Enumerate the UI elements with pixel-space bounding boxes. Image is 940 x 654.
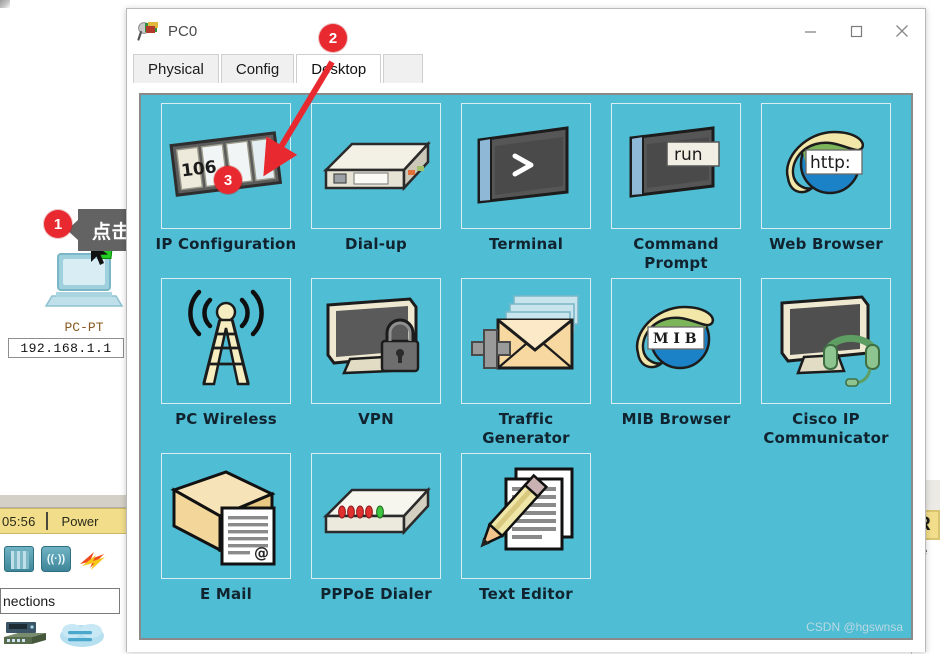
power-label: Power <box>61 513 99 529</box>
packet-tracer-status-bar: 05:56 Power <box>0 508 132 534</box>
app-dial-up[interactable]: Dial-up <box>303 103 449 278</box>
workspace-corner-marker <box>0 0 10 8</box>
tab-physical[interactable]: Physical <box>133 54 219 83</box>
email-icon: @ <box>161 453 291 579</box>
desktop-app-grid: 106 IP Configuration Dial-up Terminal ru… <box>139 93 913 640</box>
packet-tracer-device-icon <box>137 20 159 42</box>
http-badge-text: http: <box>810 153 851 173</box>
app-label: Cisco IP Communicator <box>763 410 889 447</box>
svg-text:@: @ <box>254 544 269 562</box>
traffic-generator-icon <box>461 278 591 404</box>
pc-device-type: PC-PT <box>64 320 104 335</box>
app-label: Web Browser <box>769 235 883 253</box>
app-label: IP Configuration <box>155 235 297 253</box>
cloud-device-icon[interactable] <box>58 620 106 650</box>
app-pc-wireless[interactable]: PC Wireless <box>153 278 299 453</box>
tab-config[interactable]: Config <box>220 54 295 83</box>
vpn-lock-icon <box>311 278 441 404</box>
mib-badge-text: M I B <box>653 331 697 347</box>
pc-device-node[interactable]: PC-PT PC0 <box>28 248 140 352</box>
app-label: Command Prompt <box>633 235 719 272</box>
connections-panel-label: nections <box>0 588 120 614</box>
window-tabbar: Physical Config Desktop <box>127 53 925 83</box>
window-controls <box>787 9 925 53</box>
app-mib-browser[interactable]: M I B MIB Browser <box>603 278 749 453</box>
pc-config-window: PC0 Physical Config Desktop 106 IP Confi… <box>126 8 926 652</box>
app-label: Dial-up <box>345 235 407 253</box>
web-browser-icon: http: <box>761 103 891 229</box>
pppoe-dialer-icon <box>311 453 441 579</box>
tab-desktop[interactable]: Desktop <box>296 54 382 83</box>
app-e-mail[interactable]: @ E Mail <box>153 453 299 628</box>
step-badge-2: 2 <box>319 24 347 52</box>
watermark: CSDN @hgswnsa <box>806 620 903 634</box>
app-pppoe-dialer[interactable]: PPPoE Dialer <box>303 453 449 628</box>
app-label: PPPoE Dialer <box>320 585 432 603</box>
window-content: 106 IP Configuration Dial-up Terminal ru… <box>127 83 925 652</box>
text-editor-icon <box>461 453 591 579</box>
terminal-icon <box>461 103 591 229</box>
minimize-button[interactable] <box>787 9 833 53</box>
router-device-icon[interactable] <box>2 620 48 650</box>
device-palette-row <box>0 616 132 654</box>
connections-lightning-icon[interactable] <box>78 546 108 572</box>
modem-icon <box>311 103 441 229</box>
mib-browser-icon: M I B <box>611 278 741 404</box>
app-label: MIB Browser <box>621 410 731 428</box>
app-label: Traffic Generator <box>482 410 570 447</box>
run-badge-text: run <box>674 145 703 165</box>
step-badge-3: 3 <box>214 166 242 194</box>
packet-tracer-toolbar-strip <box>0 495 132 508</box>
window-title: PC0 <box>168 22 198 40</box>
app-cisco-ip-communicator[interactable]: Cisco IP Communicator <box>753 278 899 453</box>
app-command-prompt[interactable]: run Command Prompt <box>603 103 749 278</box>
wireless-device-icon[interactable]: ((·)) <box>41 546 71 572</box>
ip-communicator-icon <box>761 278 891 404</box>
command-prompt-icon: run <box>611 103 741 229</box>
app-label: E Mail <box>199 585 252 603</box>
step-badge-1: 1 <box>44 210 72 238</box>
switch-device-icon[interactable] <box>4 546 34 572</box>
app-label: VPN <box>358 410 394 428</box>
app-web-browser[interactable]: http: Web Browser <box>753 103 899 278</box>
app-label: PC Wireless <box>175 410 277 428</box>
pc-computer-icon <box>44 253 124 307</box>
app-vpn[interactable]: VPN <box>303 278 449 453</box>
device-type-strip: ((·)) <box>0 534 132 584</box>
simulation-time: 05:56 <box>2 513 36 529</box>
app-terminal[interactable]: Terminal <box>453 103 599 278</box>
app-traffic-generator[interactable]: Traffic Generator <box>453 278 599 453</box>
window-titlebar: PC0 <box>127 9 925 53</box>
wireless-antenna-icon <box>161 278 291 404</box>
maximize-button[interactable] <box>833 9 879 53</box>
close-button[interactable] <box>879 9 925 53</box>
app-label: Text Editor <box>479 585 573 603</box>
tabbar-filler <box>383 54 424 83</box>
status-separator <box>45 512 48 530</box>
pc-device-ip: 192.168.1.1 <box>8 338 124 358</box>
app-text-editor[interactable]: Text Editor <box>453 453 599 628</box>
connections-text: nections <box>3 593 56 609</box>
app-label: Terminal <box>488 235 564 253</box>
